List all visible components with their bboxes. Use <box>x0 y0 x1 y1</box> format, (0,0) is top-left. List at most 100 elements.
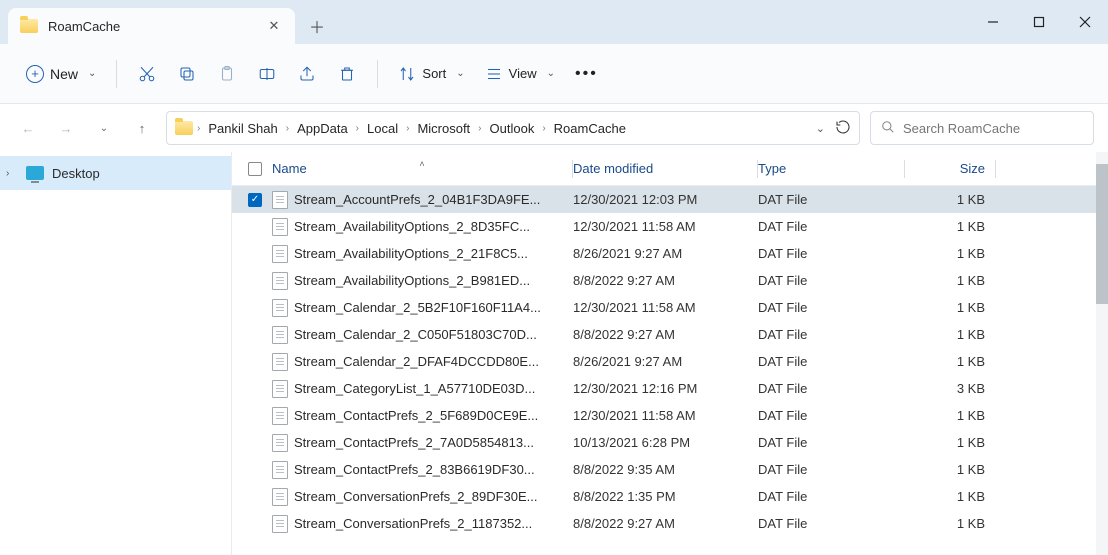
cell-date: 8/26/2021 9:27 AM <box>573 246 757 261</box>
cell-type: DAT File <box>758 516 904 531</box>
table-row[interactable]: Stream_Calendar_2_C050F51803C70D...8/8/2… <box>232 321 1108 348</box>
column-resizer[interactable] <box>995 160 996 178</box>
table-row[interactable]: Stream_CategoryList_1_A57710DE03D...12/3… <box>232 375 1108 402</box>
file-name: Stream_ContactPrefs_2_83B6619DF30... <box>294 462 535 477</box>
refresh-button[interactable] <box>835 119 851 138</box>
scrollbar[interactable] <box>1096 152 1108 555</box>
chevron-right-icon: › <box>6 168 18 179</box>
table-row[interactable]: Stream_AvailabilityOptions_2_B981ED... 8/… <box>232 267 1108 294</box>
table-row[interactable]: Stream_Calendar_2_5B2F10F160F11A4...12/3… <box>232 294 1108 321</box>
cell-type: DAT File <box>758 408 904 423</box>
cell-type: DAT File <box>758 327 904 342</box>
file-name: Stream_ConversationPrefs_2_1187352... <box>294 516 532 531</box>
cell-date: 12/30/2021 12:03 PM <box>573 192 757 207</box>
delete-button[interactable] <box>329 56 365 92</box>
cell-size: 1 KB <box>905 192 995 207</box>
column-header-size[interactable]: Size <box>905 161 995 176</box>
sort-label: Sort <box>422 66 446 81</box>
new-button[interactable]: + New ⌄ <box>18 56 104 92</box>
file-icon <box>272 245 288 263</box>
window-tab[interactable]: RoamCache ✕ <box>8 8 295 44</box>
file-name: Stream_AvailabilityOptions_2_B981ED... <box>294 273 530 288</box>
view-button[interactable]: View ⌄ <box>477 56 563 92</box>
breadcrumb-item[interactable]: Microsoft <box>413 119 474 138</box>
chevron-right-icon: › <box>406 123 409 134</box>
cell-size: 1 KB <box>905 246 995 261</box>
table-row[interactable]: Stream_ConversationPrefs_2_89DF30E... 8/8… <box>232 483 1108 510</box>
breadcrumb-item[interactable]: Local <box>363 119 402 138</box>
maximize-button[interactable] <box>1016 0 1062 44</box>
file-name: Stream_Calendar_2_C050F51803C70D... <box>294 327 537 342</box>
cell-size: 1 KB <box>905 300 995 315</box>
minimize-button[interactable] <box>970 0 1016 44</box>
cell-type: DAT File <box>758 219 904 234</box>
file-icon <box>272 380 288 398</box>
file-name: Stream_Calendar_2_DFAF4DCCDD80E... <box>294 354 539 369</box>
column-header-name[interactable]: Name˄ <box>272 161 572 176</box>
close-tab-icon[interactable]: ✕ <box>265 18 283 34</box>
cell-size: 1 KB <box>905 435 995 450</box>
up-button[interactable]: ↑ <box>128 114 156 142</box>
file-icon <box>272 407 288 425</box>
more-button[interactable]: ••• <box>567 56 606 92</box>
rename-button[interactable] <box>249 56 285 92</box>
desktop-icon <box>26 166 44 180</box>
tab-title: RoamCache <box>48 19 255 34</box>
cell-size: 1 KB <box>905 516 995 531</box>
file-name: Stream_CategoryList_1_A57710DE03D... <box>294 381 535 396</box>
breadcrumb[interactable]: › Pankil Shah › AppData › Local › Micros… <box>166 111 860 145</box>
file-icon <box>272 191 288 209</box>
cell-date: 8/8/2022 9:27 AM <box>573 273 757 288</box>
breadcrumb-item[interactable]: AppData <box>293 119 352 138</box>
cell-date: 8/8/2022 1:35 PM <box>573 489 757 504</box>
cell-date: 12/30/2021 11:58 AM <box>573 408 757 423</box>
search-box[interactable] <box>870 111 1094 145</box>
cell-type: DAT File <box>758 462 904 477</box>
copy-button[interactable] <box>169 56 205 92</box>
chevron-right-icon: › <box>542 123 545 134</box>
cell-name: Stream_ContactPrefs_2_83B6619DF30... <box>272 461 572 479</box>
file-icon <box>272 515 288 533</box>
breadcrumb-item[interactable]: Pankil Shah <box>204 119 281 138</box>
cell-size: 1 KB <box>905 327 995 342</box>
breadcrumb-item[interactable]: RoamCache <box>550 119 630 138</box>
column-header-type[interactable]: Type <box>758 161 904 176</box>
forward-button[interactable]: → <box>52 114 80 142</box>
close-window-button[interactable] <box>1062 0 1108 44</box>
search-input[interactable] <box>903 121 1083 136</box>
file-name: Stream_AvailabilityOptions_2_8D35FC... <box>294 219 530 234</box>
chevron-down-icon: ⌄ <box>456 68 464 79</box>
sort-ascending-icon: ˄ <box>419 159 424 169</box>
column-header-date[interactable]: Date modified <box>573 161 757 176</box>
table-row[interactable]: Stream_ContactPrefs_2_5F689D0CE9E...12/3… <box>232 402 1108 429</box>
select-all-checkbox[interactable] <box>238 162 272 176</box>
table-row[interactable]: Stream_ContactPrefs_2_7A0D5854813...10/1… <box>232 429 1108 456</box>
file-name: Stream_ConversationPrefs_2_89DF30E... <box>294 489 538 504</box>
breadcrumb-item[interactable]: Outlook <box>486 119 539 138</box>
table-row[interactable]: Stream_ContactPrefs_2_83B6619DF30...8/8/… <box>232 456 1108 483</box>
paste-button[interactable] <box>209 56 245 92</box>
file-name: Stream_ContactPrefs_2_7A0D5854813... <box>294 435 534 450</box>
cut-button[interactable] <box>129 56 165 92</box>
chevron-down-icon[interactable]: ⌄ <box>816 122 825 135</box>
sidebar-item-desktop[interactable]: › Desktop <box>0 156 231 190</box>
cell-name: Stream_ContactPrefs_2_7A0D5854813... <box>272 434 572 452</box>
share-button[interactable] <box>289 56 325 92</box>
table-row[interactable]: Stream_AvailabilityOptions_2_8D35FC...12… <box>232 213 1108 240</box>
scrollbar-thumb[interactable] <box>1096 164 1108 304</box>
table-row[interactable]: ✓Stream_AccountPrefs_2_04B1F3DA9FE...12/… <box>232 186 1108 213</box>
table-row[interactable]: Stream_ConversationPrefs_2_1187352...8/8… <box>232 510 1108 537</box>
new-tab-button[interactable]: ＋ <box>299 8 335 44</box>
back-button[interactable]: ← <box>14 114 42 142</box>
sort-button[interactable]: Sort ⌄ <box>390 56 472 92</box>
cell-name: Stream_AvailabilityOptions_2_21F8C5... <box>272 245 572 263</box>
table-row[interactable]: Stream_AvailabilityOptions_2_21F8C5...8/… <box>232 240 1108 267</box>
folder-icon <box>20 19 38 33</box>
folder-icon <box>175 121 193 135</box>
file-icon <box>272 326 288 344</box>
row-checkbox[interactable]: ✓ <box>238 193 272 207</box>
recent-button[interactable]: ⌄ <box>90 114 118 142</box>
cell-type: DAT File <box>758 381 904 396</box>
table-row[interactable]: Stream_Calendar_2_DFAF4DCCDD80E...8/26/2… <box>232 348 1108 375</box>
cell-name: Stream_AvailabilityOptions_2_B981ED... <box>272 272 572 290</box>
